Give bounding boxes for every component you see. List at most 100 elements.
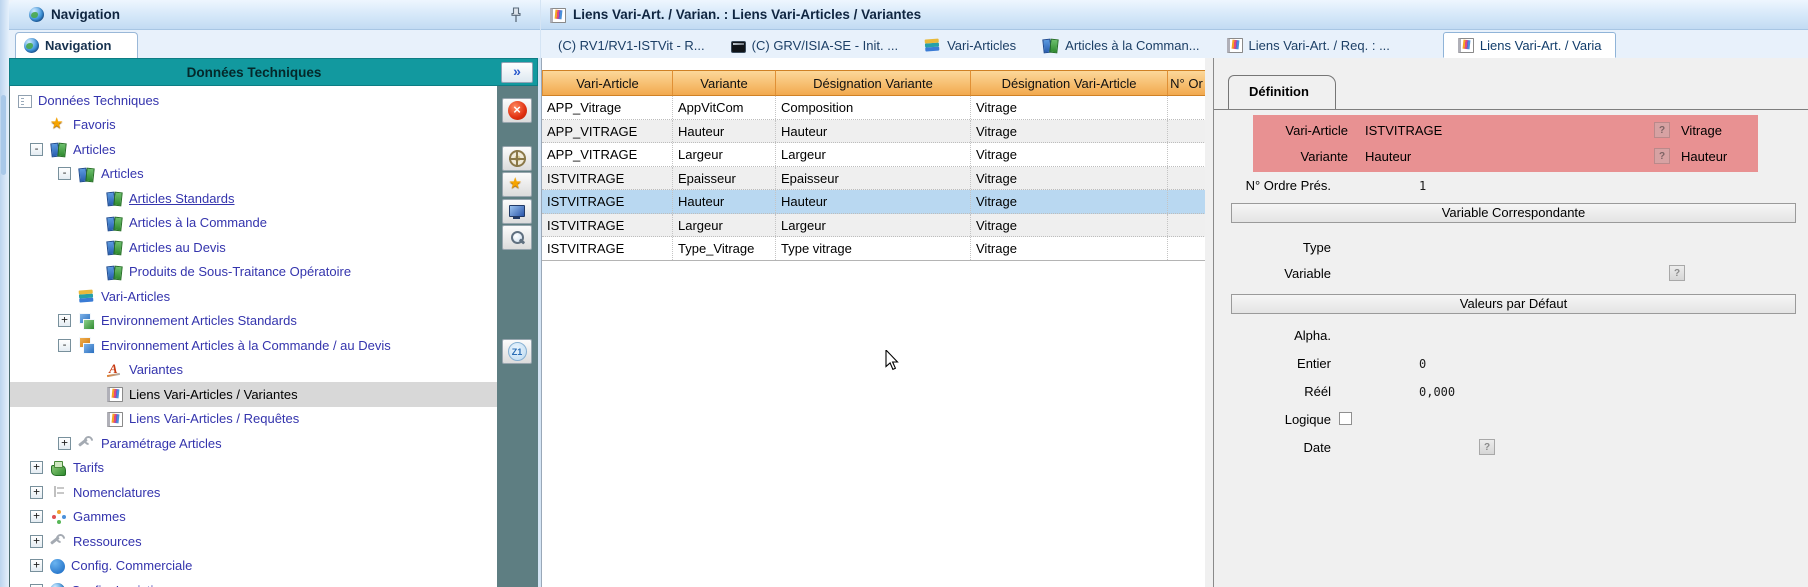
tree-item-tarifs[interactable]: + Tarifs — [10, 456, 497, 481]
plus-expander-icon[interactable]: + — [30, 510, 43, 523]
tree-item-vari-articles[interactable]: Vari-Articles — [10, 284, 497, 309]
table-row[interactable]: APP_VITRAGELargeurLargeurVitrage — [542, 143, 1206, 167]
vari-article-value[interactable]: ISTVITRAGE — [1365, 123, 1442, 138]
column-header-vari-article[interactable]: Vari-Article — [542, 70, 673, 96]
reel-value[interactable]: 0,000 — [1419, 385, 1455, 399]
table-row[interactable]: ISTVITRAGEEpaisseurEpaisseurVitrage — [542, 167, 1206, 191]
table-row[interactable]: APP_VITRAGEHauteurHauteurVitrage — [542, 120, 1206, 144]
tree-item-articles[interactable]: - Articles — [10, 137, 497, 162]
tree-item-label: Tarifs — [73, 460, 104, 475]
tree-item-nomenclatures[interactable]: +Nomenclatures — [10, 480, 497, 505]
minus-expander-icon[interactable]: - — [58, 167, 71, 180]
tab-vari-articles[interactable]: Vari-Articles — [911, 32, 1029, 58]
collapse-panel-button[interactable]: » — [501, 62, 533, 83]
bookstack-icon — [924, 36, 942, 53]
tab-liens-vari-art-req[interactable]: Liens Vari-Art. / Req. : ... — [1213, 32, 1403, 58]
tree-item-gammes[interactable]: + Gammes — [10, 505, 497, 530]
tab-definition[interactable]: Définition — [1228, 75, 1336, 109]
table-row[interactable]: ISTVITRAGEType_VitrageType vitrageVitrag… — [542, 237, 1206, 261]
tree-item-articles-la-commande[interactable]: Articles à la Commande — [10, 211, 497, 236]
plus-expander-icon[interactable]: + — [30, 535, 43, 548]
plus-expander-icon[interactable]: + — [30, 461, 43, 474]
tree-header-title: Données Techniques — [10, 65, 498, 80]
terminal-icon — [731, 41, 746, 53]
bookstack-icon — [77, 288, 95, 305]
tree-item-ressources[interactable]: +Ressources — [10, 529, 497, 554]
tab-articles-la-comman[interactable]: Articles à la Comman... — [1029, 32, 1212, 58]
tree-item-label: Config. Logistique — [71, 583, 175, 587]
collapsed-panel-handle[interactable] — [1, 95, 6, 175]
tab-c-rv1-rv1-istvit-r[interactable]: (C) RV1/RV1-ISTVit - R... — [545, 32, 718, 58]
plus-expander-icon[interactable]: + — [30, 559, 43, 572]
tree-item-label: Articles — [73, 142, 116, 157]
globe-icon — [29, 7, 44, 22]
table-cell: APP_VITRAGE — [542, 120, 673, 143]
plus-expander-icon[interactable]: + — [58, 437, 71, 450]
key-fields-highlight: Vari-Article ISTVITRAGE ? Vitrage Varian… — [1253, 115, 1758, 172]
tree-item-environnement-articles-standards[interactable]: + Environnement Articles Standards — [10, 309, 497, 334]
tree-item-label: Gammes — [73, 509, 126, 524]
tree-item-liens-vari-articles-variantes[interactable]: Liens Vari-Articles / Variantes — [10, 382, 497, 407]
tree-item-articles-au-devis[interactable]: Articles au Devis — [10, 235, 497, 260]
plus-expander-icon[interactable]: + — [58, 314, 71, 327]
table-cell — [1168, 96, 1206, 119]
plus-expander-icon[interactable]: + — [30, 486, 43, 499]
vari-article-lookup-button[interactable]: ? — [1654, 122, 1670, 138]
tree-item-label: Environnement Articles Standards — [101, 313, 297, 328]
book-icon — [1042, 37, 1059, 53]
entier-label: Entier — [1214, 356, 1331, 371]
entier-value[interactable]: 0 — [1419, 357, 1426, 371]
ordre-value[interactable]: 1 — [1419, 179, 1426, 193]
ordre-row: N° Ordre Prés. 1 — [1214, 176, 1808, 196]
variante-lookup-button[interactable]: ? — [1654, 148, 1670, 164]
tree-item-favoris[interactable]: Favoris — [10, 113, 497, 138]
tab-navigation[interactable]: Navigation — [15, 32, 138, 58]
entier-row: Entier 0 — [1214, 354, 1808, 374]
tree-item-produits-de-sous-traitance-op-ratoire[interactable]: Produits de Sous-Traitance Opératoire — [10, 260, 497, 285]
tree-item-liens-vari-articles-requ-tes[interactable]: Liens Vari-Articles / Requêtes — [10, 407, 497, 432]
z1-button[interactable]: Z1 — [502, 339, 532, 364]
parameters-button[interactable] — [502, 146, 532, 171]
tab-c-grv-isia-se-init[interactable]: (C) GRV/ISIA-SE - Init. ... — [718, 32, 911, 58]
pin-icon[interactable] — [510, 7, 522, 23]
date-lookup-button[interactable]: ? — [1479, 439, 1495, 455]
tree-item-config-logistique[interactable]: +Config. Logistique — [10, 578, 497, 587]
column-header-d-signation-variante[interactable]: Désignation Variante — [776, 70, 971, 96]
tree-item-label: Articles à la Commande — [129, 215, 267, 230]
definition-panel: Définition Vari-Article ISTVITRAGE ? Vit… — [1214, 58, 1808, 587]
tree-item-articles[interactable]: -Articles — [10, 162, 497, 187]
table-cell: Hauteur — [673, 190, 776, 213]
table-cell: Type vitrage — [776, 237, 971, 260]
tree-item-environnement-articles-la-commande-au-devis[interactable]: -Environnement Articles à la Commande / … — [10, 333, 497, 358]
table-row[interactable]: ISTVITRAGEHauteurHauteurVitrage — [542, 190, 1206, 214]
table-row[interactable]: ISTVITRAGELargeurLargeurVitrage — [542, 214, 1206, 238]
logique-checkbox[interactable] — [1339, 412, 1352, 425]
table-cell: Epaisseur — [673, 167, 776, 190]
tree-item-variantes[interactable]: Variantes — [10, 358, 497, 383]
variante-label: Variante — [1253, 149, 1348, 164]
variante-value[interactable]: Hauteur — [1365, 149, 1411, 164]
variante-row: Variante Hauteur ? Hauteur — [1253, 146, 1758, 168]
notebook-icon — [106, 386, 123, 402]
variable-lookup-button[interactable]: ? — [1669, 265, 1685, 281]
tab-label: Vari-Articles — [947, 38, 1016, 53]
column-header-n-or[interactable]: N° Or — [1168, 70, 1206, 96]
tree-item-articles-standards[interactable]: Articles Standards — [10, 186, 497, 211]
tree-item-donn-es-techniques[interactable]: Données Techniques — [10, 88, 497, 113]
books-icon — [78, 166, 95, 182]
minus-expander-icon[interactable]: - — [58, 339, 71, 352]
table-row[interactable]: APP_VitrageAppVitComCompositionVitrage — [542, 96, 1206, 120]
type-label: Type — [1214, 240, 1331, 255]
screen-button[interactable] — [502, 199, 532, 224]
tree-item-config-commerciale[interactable]: +Config. Commerciale — [10, 554, 497, 579]
minus-expander-icon[interactable]: - — [30, 143, 43, 156]
column-header-variante[interactable]: Variante — [673, 70, 776, 96]
favorites-button[interactable] — [502, 172, 532, 197]
column-header-d-signation-vari-article[interactable]: Désignation Vari-Article — [971, 70, 1168, 96]
tab-label: Articles à la Comman... — [1065, 38, 1199, 53]
search-button[interactable] — [502, 225, 532, 250]
close-button[interactable] — [502, 98, 532, 123]
tree-item-param-trage-articles[interactable]: +Paramétrage Articles — [10, 431, 497, 456]
side-toolbar: Z1 — [497, 86, 538, 587]
tab-liens-vari-art-varia[interactable]: Liens Vari-Art. / Varia — [1443, 32, 1616, 58]
